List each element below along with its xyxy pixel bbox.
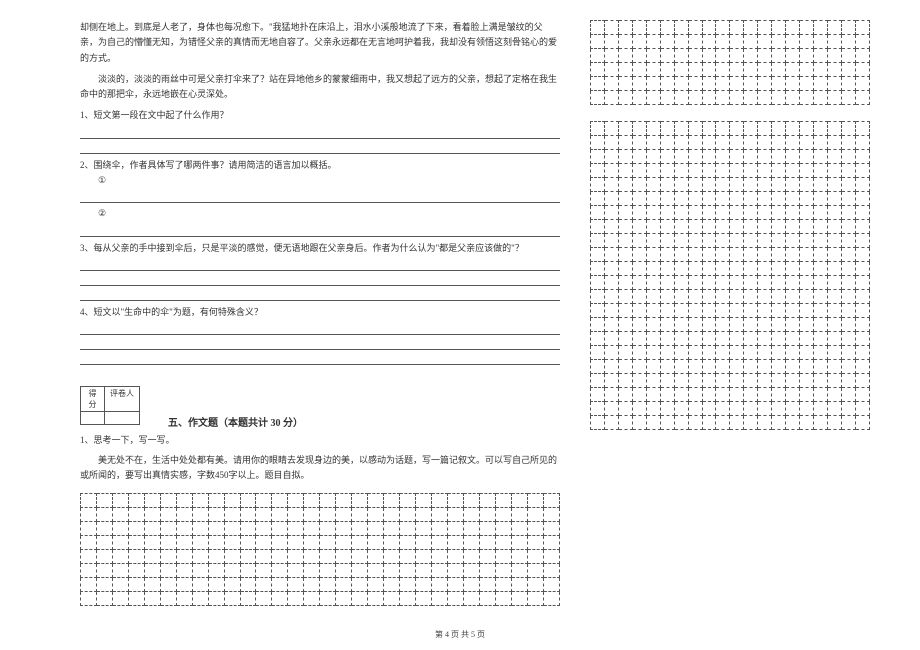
grader-cell[interactable]: [105, 412, 139, 424]
essay-writing-grid-right-1[interactable]: [590, 20, 870, 105]
answer-line[interactable]: [80, 259, 560, 271]
essay-writing-grid-bottom[interactable]: [80, 493, 560, 606]
score-header-grader: 评卷人: [105, 387, 139, 411]
answer-line[interactable]: [80, 142, 560, 154]
section-5-title: 五、作文题（本题共计 30 分）: [168, 414, 303, 429]
answer-line[interactable]: [80, 225, 560, 237]
answer-line[interactable]: [80, 353, 560, 365]
answer-line[interactable]: [80, 127, 560, 139]
question-3: 3、每从父亲的手中接到伞后，只是平淡的感觉，便无语地跟在父亲身后。作者为什么认为…: [80, 241, 560, 256]
answer-line[interactable]: [80, 274, 560, 286]
score-cell[interactable]: [81, 412, 105, 424]
essay-prompt-line: 1、思考一下，写一写。: [80, 433, 560, 448]
question-4: 4、短文以"生命中的伞"为题，有何特殊含义？: [80, 305, 560, 320]
essay-prompt-body: 美无处不在，生活中处处都有美。请用你的眼睛去发现身边的美，以感动为话题，写一篇记…: [80, 453, 560, 484]
score-box: 得分 评卷人: [80, 386, 140, 425]
answer-line[interactable]: [80, 338, 560, 350]
answer-line[interactable]: [80, 323, 560, 335]
question-2-sub-2: ②: [98, 206, 560, 221]
reading-passage-para2: 淡淡的，淡淡的雨丝中可是父亲打伞来了？站在异地他乡的蒙蒙细雨中，我又想起了远方的…: [80, 72, 560, 103]
question-2: 2、围绕伞，作者具体写了哪两件事？请用简洁的语言加以概括。: [80, 158, 560, 173]
question-2-sub-1: ①: [98, 173, 560, 188]
page-footer: 第 4 页 共 5 页: [0, 629, 920, 640]
score-header-score: 得分: [81, 387, 105, 411]
question-1: 1、短文第一段在文中起了什么作用？: [80, 108, 560, 123]
essay-writing-grid-right-2[interactable]: [590, 121, 870, 430]
answer-line[interactable]: [80, 191, 560, 203]
reading-passage-para1: 却侧在地上。到底是人老了，身体也每况愈下。"我猛地扑在床沿上，泪水小溪般地流了下…: [80, 20, 560, 66]
answer-line[interactable]: [80, 289, 560, 301]
